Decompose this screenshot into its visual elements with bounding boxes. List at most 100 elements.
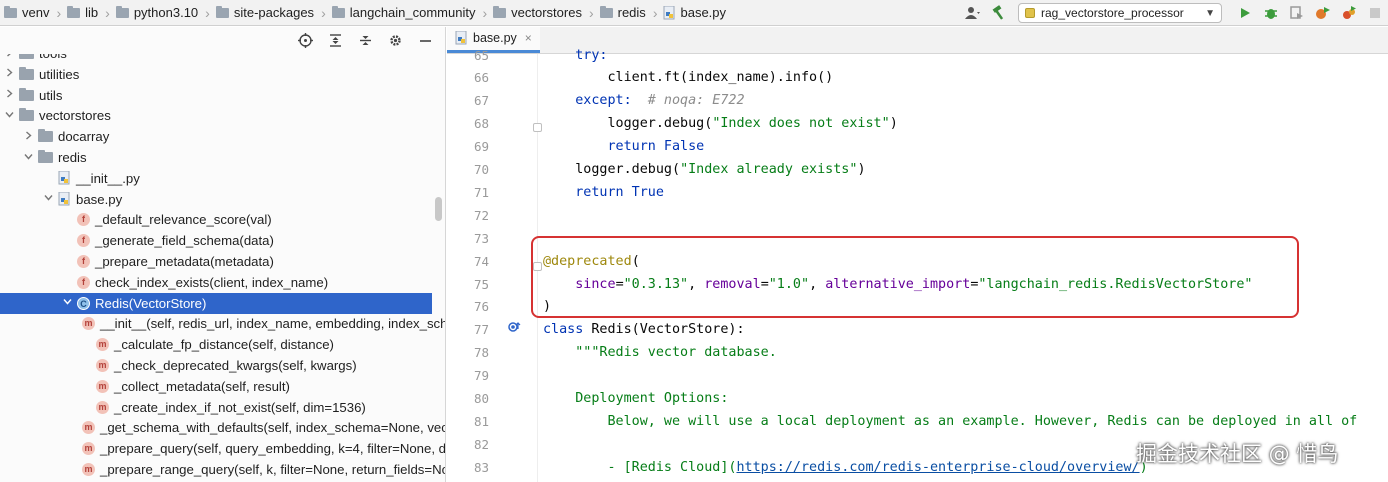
code-token: https://redis.com/redis-enterprise-cloud… — [736, 459, 1140, 475]
function-icon: f — [77, 234, 90, 248]
tree-item[interactable]: vectorstores — [0, 105, 432, 126]
breadcrumb-item[interactable]: base.py — [663, 0, 726, 26]
chevron-right-icon: › — [321, 4, 326, 21]
tree-item[interactable]: m _create_index_if_not_exist(self, dim=15… — [0, 397, 432, 418]
tree-item[interactable]: f _generate_field_schema(data) — [0, 230, 432, 251]
chevron-right-icon: › — [482, 4, 488, 21]
method-icon: m — [96, 379, 109, 393]
code-editor: base.py × 65 66 67 68 69 70 71 72 73 74 75 76 77 78 79… — [447, 27, 1388, 482]
tree-item[interactable]: utils — [0, 85, 432, 106]
method-icon: m — [96, 359, 109, 372]
function-icon: f — [77, 255, 90, 268]
breadcrumb-item[interactable]: redis › — [599, 0, 664, 26]
method-icon: m — [82, 317, 95, 331]
locate-icon[interactable] — [294, 30, 316, 52]
breadcrumb-item[interactable]: lib › — [67, 0, 116, 26]
build-hammer-icon[interactable] — [988, 2, 1010, 24]
implemented-gutter-icon[interactable] — [507, 321, 521, 338]
settings-icon[interactable] — [384, 30, 406, 52]
debug-icon[interactable] — [1260, 2, 1282, 24]
tree-item-label: _calculate_fp_distance(self, distance) — [114, 337, 334, 353]
breadcrumb-item[interactable]: vectorstores › — [493, 0, 599, 26]
chevron-right-icon[interactable] — [2, 89, 16, 101]
tree-item-label: __init__.py — [76, 170, 140, 186]
chevron-down-icon[interactable] — [21, 152, 35, 164]
tree-item-label: _generate_field_schema(data) — [95, 233, 274, 249]
close-icon[interactable]: × — [525, 31, 532, 45]
tree-item[interactable]: base.py — [0, 189, 432, 210]
breadcrumb-label: langchain_community — [349, 5, 476, 20]
tree-item[interactable]: redis — [0, 147, 432, 168]
chevron-right-icon: › — [588, 4, 594, 21]
chevron-down-icon[interactable] — [2, 110, 16, 122]
tree-item[interactable]: m _prepare_query(self, query_embedding, k… — [0, 438, 445, 459]
code-line[interactable]: logger.debug("Index already exists") — [543, 158, 865, 181]
breadcrumb: venv › lib › python3.10 › site-packages › langch… — [0, 0, 726, 26]
method-icon: m — [96, 338, 109, 352]
breadcrumb-item[interactable]: site-packages › — [215, 0, 332, 26]
tree-item[interactable]: m _calculate_fp_distance(self, distance) — [0, 334, 432, 355]
breadcrumb-item[interactable]: venv › — [4, 0, 67, 26]
project-scrollbar[interactable] — [435, 197, 442, 221]
folder-icon — [67, 5, 81, 18]
line-number: 77 — [473, 322, 489, 338]
code-line[interactable]: Deployment Options: — [543, 387, 728, 410]
line-number: 74 — [473, 253, 489, 269]
tree-item-label: __init__(self, redis_url, index_name, em… — [100, 316, 446, 332]
tree-item[interactable]: m _get_schema_with_defaults(self, index_s… — [0, 417, 445, 438]
stop-icon[interactable] — [1364, 2, 1386, 24]
fold-icon[interactable] — [533, 123, 542, 132]
code-token: except: — [543, 93, 632, 109]
line-number: 75 — [473, 276, 489, 292]
tree-item-label: _collect_metadata(self, result) — [114, 378, 290, 394]
tree-item[interactable]: f _prepare_metadata(metadata) — [0, 251, 432, 272]
code-line[interactable]: try: — [543, 44, 607, 67]
code-line[interactable]: """Redis vector database. — [543, 341, 777, 364]
breadcrumb-item[interactable]: python3.10 › — [115, 0, 216, 26]
profile-icon[interactable] — [1312, 2, 1334, 24]
code-token: """Redis vector database. — [543, 345, 777, 361]
code-token: class — [543, 322, 592, 338]
code-line[interactable]: client.ft(index_name).info() — [543, 66, 833, 89]
coverage-icon[interactable] — [1286, 2, 1308, 24]
code-line[interactable]: class Redis(VectorStore): — [543, 318, 745, 341]
line-number: 68 — [473, 116, 489, 132]
fold-icon[interactable] — [533, 262, 542, 271]
code-line[interactable]: return False — [543, 135, 704, 158]
tree-item[interactable]: m __init__(self, redis_url, index_name, e… — [0, 313, 445, 334]
run-config-selector[interactable]: rag_vectorstore_processor ▼ — [1018, 3, 1222, 23]
hide-icon[interactable] — [414, 30, 436, 52]
project-tool-window: toolsutilitiesutilsvectorstoresdocarrayr… — [0, 27, 446, 482]
code-token: return False — [543, 139, 705, 155]
code-line[interactable]: except: # noqa: E722 — [543, 89, 744, 112]
tree-item[interactable]: docarray — [0, 126, 432, 147]
user-icon[interactable] — [962, 2, 984, 24]
tree-item[interactable]: C Redis(VectorStore) — [0, 292, 432, 314]
tree-item[interactable]: m _check_deprecated_kwargs(self, kwargs) — [0, 355, 432, 376]
code-token: client.ft(index_name).info() — [543, 70, 834, 86]
folder-icon — [19, 108, 34, 122]
collapse-all-icon[interactable] — [354, 30, 376, 52]
breadcrumb-item[interactable]: langchain_community › — [331, 0, 493, 26]
python-config-icon — [1025, 8, 1035, 18]
chevron-right-icon[interactable] — [21, 131, 35, 143]
tree-item[interactable]: f check_index_exists(client, index_name) — [0, 272, 432, 293]
code-line[interactable]: - [Redis Cloud](https://redis.com/redis-… — [543, 456, 1147, 479]
code-line[interactable]: Below, we will use a local deployment as… — [543, 410, 1357, 433]
chevron-right-icon[interactable] — [2, 68, 16, 80]
line-number: 66 — [473, 70, 489, 86]
concurrency-icon[interactable] — [1338, 2, 1360, 24]
tree-item-label: _default_relevance_score(val) — [95, 212, 272, 228]
tree-item[interactable]: m _prepare_range_query(self, k, filter=No… — [0, 459, 445, 480]
code-line[interactable]: return True — [543, 181, 664, 204]
run-icon[interactable] — [1234, 2, 1256, 24]
chevron-down-icon[interactable] — [41, 193, 55, 205]
tree-item[interactable]: m _collect_metadata(self, result) — [0, 376, 432, 397]
tree-item[interactable]: f _default_relevance_score(val) — [0, 209, 432, 230]
tree-item-label: _prepare_range_query(self, k, filter=Non… — [100, 462, 446, 477]
code-line[interactable]: logger.debug("Index does not exist") — [543, 112, 897, 135]
chevron-down-icon[interactable] — [60, 297, 74, 309]
expand-all-icon[interactable] — [324, 30, 346, 52]
tree-item[interactable]: __init__.py — [0, 168, 432, 189]
tree-item[interactable]: utilities — [0, 64, 432, 85]
